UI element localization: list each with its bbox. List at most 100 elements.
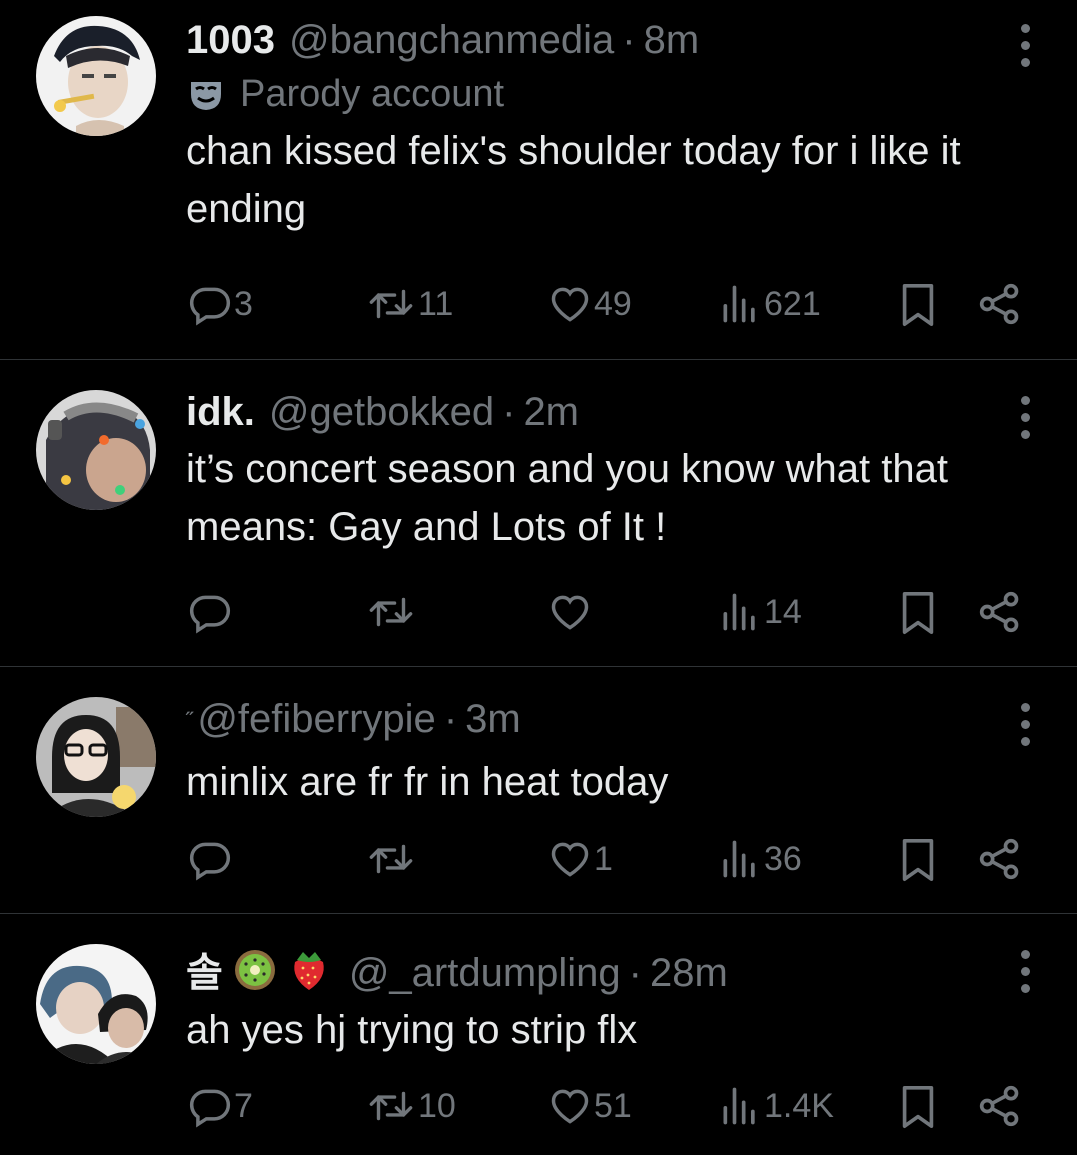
dot-icon (1020, 950, 1030, 959)
dot-icon (1020, 58, 1030, 67)
timestamp[interactable]: 2m (523, 388, 579, 436)
bookmark-icon (902, 284, 934, 326)
like-button[interactable]: 1 (548, 837, 613, 881)
heart-icon (551, 287, 589, 322)
timeline-feed: 1003 @bangchanmedia · 8m Parody account … (0, 0, 1077, 1155)
views-button[interactable]: 1.4K (718, 1084, 834, 1128)
display-name[interactable]: 솔 (186, 949, 223, 997)
reply-icon (189, 842, 231, 881)
timestamp[interactable]: 28m (650, 949, 728, 997)
views-icon (723, 285, 755, 323)
dot-icon (1020, 41, 1030, 50)
user-handle[interactable]: @bangchanmedia (289, 16, 614, 64)
share-button[interactable] (978, 1084, 1022, 1128)
reply-icon (189, 287, 231, 326)
views-icon (723, 1087, 755, 1125)
bookmark-icon (902, 1086, 934, 1128)
share-button[interactable] (978, 282, 1022, 326)
dot-icon (1020, 24, 1030, 33)
bookmark-button[interactable] (898, 1084, 938, 1130)
tweet-header: idk. @getbokked · 2m (186, 388, 1037, 436)
like-button[interactable]: 51 (548, 1084, 632, 1128)
reply-button[interactable] (188, 837, 234, 881)
like-count: 49 (594, 284, 632, 323)
like-count: 1 (594, 839, 613, 878)
timestamp[interactable]: 3m (465, 695, 521, 743)
view-count: 1.4K (764, 1086, 834, 1125)
share-icon (979, 591, 1019, 633)
heart-icon (551, 595, 589, 630)
bookmark-button[interactable] (898, 282, 938, 328)
parody-label-text: Parody account (240, 73, 505, 115)
bookmark-button[interactable] (898, 837, 938, 883)
bookmark-icon (902, 839, 934, 881)
reply-button[interactable]: 7 (188, 1084, 253, 1128)
reply-count: 7 (234, 1086, 253, 1125)
strawberry-emoji (287, 948, 331, 992)
tweet-text: chan kissed felix's shoulder today for i… (186, 129, 961, 231)
avatar[interactable] (36, 390, 156, 510)
views-button[interactable]: 621 (718, 282, 821, 326)
views-button[interactable]: 14 (718, 590, 802, 634)
tweet-text: ah yes hj trying to strip flx (186, 1008, 638, 1052)
separator-dot: · (502, 390, 516, 434)
separator-dot: · (628, 951, 642, 995)
dot-icon (1020, 737, 1030, 746)
repost-button[interactable] (366, 837, 418, 881)
more-options-button[interactable] (1019, 703, 1031, 746)
dot-icon (1020, 984, 1030, 993)
more-options-button[interactable] (1019, 24, 1031, 67)
action-bar: 7 10 51 1.4K (0, 1084, 1077, 1134)
avatar[interactable] (36, 16, 156, 136)
timestamp[interactable]: 8m (644, 16, 700, 64)
separator-dot: · (443, 697, 458, 741)
more-options-button[interactable] (1019, 396, 1031, 439)
kiwi-emoji (233, 948, 277, 992)
reply-icon (189, 595, 231, 634)
avatar[interactable] (36, 944, 156, 1064)
reply-button[interactable] (188, 590, 234, 634)
display-name[interactable]: ˶ (186, 687, 193, 735)
like-button[interactable] (548, 590, 594, 634)
dot-icon (1020, 967, 1030, 976)
tweet-text: it’s concert season and you know what th… (186, 447, 948, 549)
tweet-3[interactable]: ˶ @fefiberrypie · 3m minlix are fr fr in… (0, 667, 1077, 914)
mask-icon (191, 82, 221, 110)
reply-icon (189, 1089, 231, 1128)
repost-button[interactable] (366, 590, 418, 634)
repost-icon (369, 597, 413, 627)
views-button[interactable]: 36 (718, 837, 802, 881)
tweet-2[interactable]: idk. @getbokked · 2m it’s concert season… (0, 360, 1077, 667)
view-count: 14 (764, 592, 802, 631)
repost-button[interactable]: 11 (366, 282, 453, 326)
user-handle[interactable]: @fefiberrypie (197, 695, 435, 743)
user-handle[interactable]: @getbokked (269, 388, 494, 436)
repost-count: 11 (418, 284, 454, 323)
repost-icon (369, 289, 413, 319)
reply-button[interactable]: 3 (188, 282, 253, 326)
dot-icon (1020, 396, 1030, 405)
separator-dot: · (622, 18, 636, 62)
dot-icon (1020, 413, 1030, 422)
bookmark-icon (902, 592, 934, 634)
like-button[interactable]: 49 (548, 282, 632, 326)
share-button[interactable] (978, 837, 1022, 881)
more-options-button[interactable] (1019, 950, 1031, 993)
dot-icon (1020, 430, 1030, 439)
share-button[interactable] (978, 590, 1022, 634)
action-bar: 3 11 49 621 (0, 282, 1077, 332)
tweet-4[interactable]: 솔 @_artdumpling · 28m ah yes hj trying t… (0, 914, 1077, 1155)
like-count: 51 (594, 1086, 632, 1125)
action-bar: 1 36 (0, 837, 1077, 887)
repost-button[interactable]: 10 (366, 1084, 456, 1128)
tweet-1[interactable]: 1003 @bangchanmedia · 8m Parody account … (0, 0, 1077, 360)
avatar[interactable] (36, 697, 156, 817)
view-count: 621 (764, 284, 821, 323)
display-name[interactable]: 1003 (186, 16, 275, 64)
share-icon (979, 838, 1019, 880)
share-icon (979, 1085, 1019, 1127)
display-name[interactable]: idk. (186, 388, 255, 436)
bookmark-button[interactable] (898, 590, 938, 636)
user-handle[interactable]: @_artdumpling (349, 949, 621, 997)
parody-label: Parody account (186, 70, 1037, 118)
